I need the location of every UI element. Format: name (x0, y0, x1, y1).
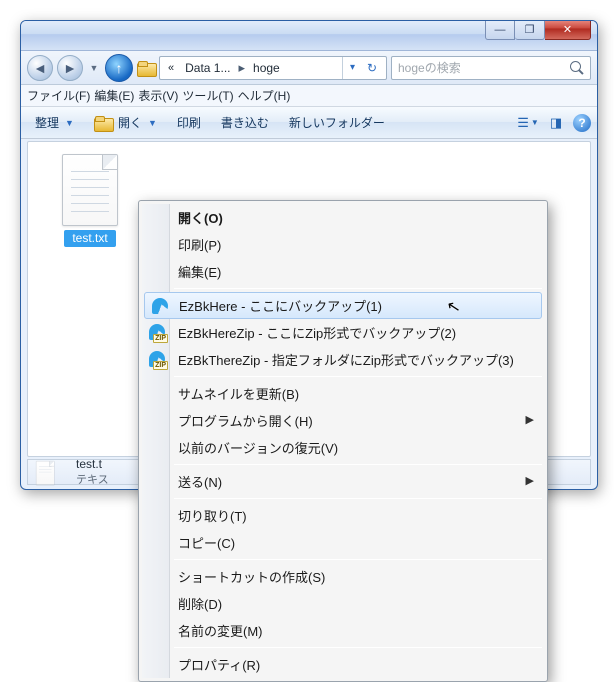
back-button[interactable]: ◄ (27, 55, 53, 81)
file-name: test.txt (64, 230, 115, 247)
ctx-ezbkherezip[interactable]: ZIP EzBkHereZip - ここにZip形式でバックアップ(2) (142, 319, 544, 346)
ctx-send-to[interactable]: 送る(N) ▶ (142, 468, 544, 495)
ezbk-icon (151, 297, 169, 315)
ctx-delete[interactable]: 削除(D) (142, 590, 544, 617)
context-menu: 開く(O) 印刷(P) 編集(E) EzBkHere - ここにバックアップ(1… (138, 200, 548, 682)
history-dropdown[interactable]: ▼ (87, 55, 101, 81)
open-label: 開く (118, 114, 142, 131)
separator (174, 288, 542, 289)
folder-icon (137, 61, 155, 75)
ctx-ezbktherezip-label: EzBkThereZip - 指定フォルダにZip形式でバックアップ(3) (178, 353, 514, 368)
maximize-button[interactable]: ❐ (515, 20, 545, 40)
titlebar: — ❐ ✕ (21, 21, 597, 51)
status-filetype: テキス (76, 471, 109, 487)
ctx-shortcut[interactable]: ショートカットの作成(S) (142, 563, 544, 590)
toolbar: 整理▼ 開く▼ 印刷 書き込む 新しいフォルダー ☰▼ ◨ ? (21, 107, 597, 139)
open-button[interactable]: 開く▼ (86, 111, 165, 134)
ctx-edit[interactable]: 編集(E) (142, 258, 544, 285)
ctx-ezbkhere[interactable]: EzBkHere - ここにバックアップ(1) (144, 292, 542, 319)
ctx-rename[interactable]: 名前の変更(M) (142, 617, 544, 644)
ctx-send-to-label: 送る(N) (178, 475, 222, 490)
search-icon (570, 61, 584, 75)
organize-label: 整理 (35, 114, 59, 131)
menu-bar: ファイル(F) 編集(E) 表示(V) ツール(T) ヘルプ(H) (21, 85, 597, 107)
ctx-refresh-thumb[interactable]: サムネイルを更新(B) (142, 380, 544, 407)
up-button[interactable] (105, 54, 133, 82)
ezbk-zip-icon: ZIP (148, 350, 166, 368)
breadcrumb-item[interactable]: hoge (249, 61, 284, 75)
print-button[interactable]: 印刷 (169, 111, 209, 134)
ctx-open[interactable]: 開く(O) (142, 204, 544, 231)
search-input[interactable]: hogeの検索 (391, 56, 591, 80)
breadcrumb-dropdown[interactable]: ▾ (342, 57, 362, 79)
ctx-print[interactable]: 印刷(P) (142, 231, 544, 258)
ctx-ezbktherezip[interactable]: ZIP EzBkThereZip - 指定フォルダにZip形式でバックアップ(3… (142, 346, 544, 373)
breadcrumb-item[interactable]: Data 1... (181, 61, 234, 75)
close-button[interactable]: ✕ (545, 20, 591, 40)
status-thumb-icon (36, 461, 66, 483)
separator (174, 464, 542, 465)
search-placeholder: hogeの検索 (398, 59, 461, 76)
submenu-arrow-icon: ▶ (526, 474, 534, 487)
views-button[interactable]: ☰▼ (517, 112, 539, 134)
ctx-previous-versions[interactable]: 以前のバージョンの復元(V) (142, 434, 544, 461)
preview-pane-button[interactable]: ◨ (545, 112, 567, 134)
help-icon[interactable]: ? (573, 114, 591, 132)
chevron-right-icon[interactable]: ▸ (234, 60, 249, 76)
ctx-copy[interactable]: コピー(C) (142, 529, 544, 556)
separator (174, 647, 542, 648)
status-filename: test.t (76, 457, 109, 471)
ctx-ezbkhere-label: EzBkHere - ここにバックアップ(1) (179, 299, 382, 314)
menu-tools[interactable]: ツール(T) (182, 87, 233, 104)
ezbk-zip-icon: ZIP (148, 323, 166, 341)
breadcrumb[interactable]: « Data 1... ▸ hoge ▾ ↻ (159, 56, 387, 80)
organize-button[interactable]: 整理▼ (27, 111, 82, 134)
ctx-ezbkherezip-label: EzBkHereZip - ここにZip形式でバックアップ(2) (178, 326, 456, 341)
separator (174, 376, 542, 377)
text-file-icon (62, 154, 118, 226)
breadcrumb-overflow[interactable]: « (164, 62, 178, 74)
ctx-properties[interactable]: プロパティ(R) (142, 651, 544, 678)
refresh-button[interactable]: ↻ (362, 61, 382, 75)
folder-open-icon (94, 116, 112, 130)
burn-button[interactable]: 書き込む (213, 111, 277, 134)
ctx-open-with[interactable]: プログラムから開く(H) ▶ (142, 407, 544, 434)
ctx-cut[interactable]: 切り取り(T) (142, 502, 544, 529)
menu-view[interactable]: 表示(V) (138, 87, 178, 104)
separator (174, 559, 542, 560)
new-folder-button[interactable]: 新しいフォルダー (281, 111, 393, 134)
separator (174, 498, 542, 499)
minimize-button[interactable]: — (485, 20, 515, 40)
submenu-arrow-icon: ▶ (526, 413, 534, 426)
ctx-open-with-label: プログラムから開く(H) (178, 414, 313, 429)
menu-edit[interactable]: 編集(E) (94, 87, 134, 104)
menu-file[interactable]: ファイル(F) (27, 87, 90, 104)
forward-button[interactable]: ► (57, 55, 83, 81)
file-item[interactable]: test.txt (50, 154, 130, 247)
nav-row: ◄ ► ▼ « Data 1... ▸ hoge ▾ ↻ hogeの検索 (21, 51, 597, 85)
menu-help[interactable]: ヘルプ(H) (238, 87, 291, 104)
